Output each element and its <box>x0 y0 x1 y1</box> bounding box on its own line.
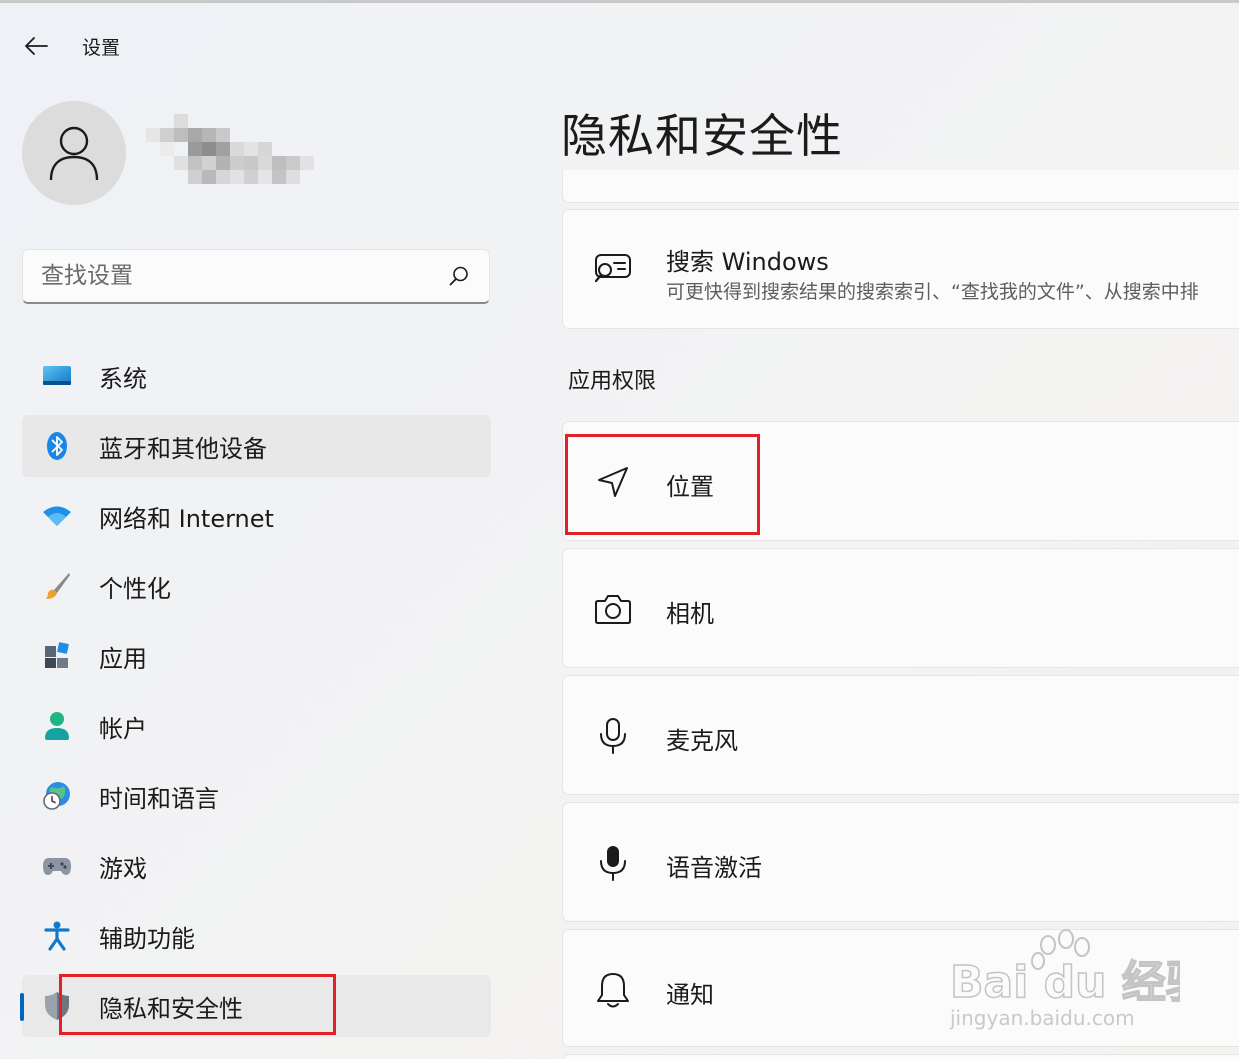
mosaic-pixel <box>286 156 300 170</box>
card-voice-activation[interactable]: 语音激活 <box>562 802 1239 922</box>
mosaic-pixel <box>188 156 202 170</box>
gamepad-icon <box>40 849 74 883</box>
mosaic-pixel <box>272 170 286 184</box>
location-icon <box>593 462 633 502</box>
mosaic-pixel <box>174 114 188 128</box>
card-subtitle: 可更快得到搜索结果的搜索索引、“查找我的文件”、从搜索中排 <box>666 281 1199 303</box>
mosaic-pixel <box>202 128 216 142</box>
voice-activation-icon <box>593 843 633 883</box>
mosaic-pixel <box>230 142 244 156</box>
card-title: 位置 <box>666 473 714 501</box>
sidebar-nav: 系统 蓝牙和其他设备 网络和 Internet 个性化 应用 帐户 时间和语言 … <box>20 345 491 1045</box>
sidebar-item-accounts[interactable]: 帐户 <box>22 695 491 757</box>
sidebar-item-bluetooth[interactable]: 蓝牙和其他设备 <box>22 415 491 477</box>
watermark-logo: Bai du 经验 jingyan.baidu.com <box>940 925 1211 1035</box>
search-windows-icon <box>593 250 633 290</box>
partial-card-bottom <box>562 1054 1239 1059</box>
mosaic-pixel <box>202 142 216 156</box>
back-button[interactable] <box>18 28 54 64</box>
mosaic-pixel <box>216 128 230 142</box>
section-header-app-permissions: 应用权限 <box>568 369 657 394</box>
mosaic-pixel <box>230 170 244 184</box>
sidebar-item-label: 系统 <box>99 364 147 393</box>
profile-name-blurred <box>146 114 314 186</box>
search-box[interactable] <box>22 249 490 304</box>
person-icon <box>49 126 99 181</box>
mosaic-pixel <box>188 142 202 156</box>
sidebar-item-label: 个性化 <box>99 574 171 603</box>
window-top-border <box>0 0 1239 3</box>
camera-icon <box>593 589 633 629</box>
mosaic-pixel <box>146 128 160 142</box>
sidebar-item-label: 帐户 <box>99 714 147 743</box>
app-title: 设置 <box>82 37 121 59</box>
shield-icon <box>40 989 74 1023</box>
mosaic-pixel <box>174 128 188 142</box>
mosaic-pixel <box>244 142 258 156</box>
account-icon <box>40 709 74 743</box>
sidebar-item-privacy-security[interactable]: 隐私和安全性 <box>20 975 491 1037</box>
card-title: 麦克风 <box>666 727 738 755</box>
bluetooth-icon <box>40 429 74 463</box>
mosaic-pixel <box>244 156 258 170</box>
card-title: 通知 <box>666 981 714 1009</box>
mosaic-pixel <box>258 142 272 156</box>
sidebar-item-gaming[interactable]: 游戏 <box>22 835 491 897</box>
sidebar-item-network[interactable]: 网络和 Internet <box>22 485 491 547</box>
card-microphone[interactable]: 麦克风 <box>562 675 1239 795</box>
mosaic-pixel <box>244 170 258 184</box>
card-title: 搜索 Windows <box>666 248 829 276</box>
mosaic-pixel <box>258 156 272 170</box>
mosaic-pixel <box>202 156 216 170</box>
apps-icon <box>40 639 74 673</box>
mosaic-pixel <box>300 156 314 170</box>
display-icon <box>40 359 74 393</box>
mosaic-pixel <box>174 156 188 170</box>
card-title: 相机 <box>666 600 714 628</box>
mosaic-pixel <box>160 142 174 156</box>
watermark-url: jingyan.baidu.com <box>949 1006 1135 1030</box>
selection-indicator <box>20 993 24 1021</box>
mosaic-pixel <box>188 170 202 184</box>
mosaic-pixel <box>216 142 230 156</box>
sidebar-item-apps[interactable]: 应用 <box>22 625 491 687</box>
mosaic-pixel <box>216 156 230 170</box>
bell-icon <box>593 970 633 1010</box>
sidebar-item-label: 蓝牙和其他设备 <box>99 434 267 463</box>
avatar[interactable] <box>22 101 126 205</box>
sidebar-item-personalization[interactable]: 个性化 <box>22 555 491 617</box>
sidebar-item-accessibility[interactable]: 辅助功能 <box>22 905 491 967</box>
mosaic-pixel <box>202 170 216 184</box>
back-arrow-icon <box>25 37 48 55</box>
mosaic-pixel <box>230 156 244 170</box>
sidebar-item-label: 应用 <box>99 644 147 673</box>
sidebar-item-label: 时间和语言 <box>99 784 219 813</box>
accessibility-icon <box>40 919 74 953</box>
mosaic-pixel <box>258 170 272 184</box>
sidebar-item-system[interactable]: 系统 <box>22 345 491 407</box>
sidebar-item-label: 网络和 Internet <box>99 504 274 533</box>
page-title: 隐私和安全性 <box>561 109 843 163</box>
search-input[interactable] <box>41 263 447 289</box>
sidebar-item-label: 隐私和安全性 <box>99 994 243 1023</box>
brush-icon <box>40 569 74 603</box>
watermark-brand: Bai du 经验 <box>950 957 1180 1008</box>
globe-clock-icon <box>40 779 74 813</box>
wifi-icon <box>40 499 74 533</box>
microphone-icon <box>593 716 633 756</box>
mosaic-pixel <box>216 170 230 184</box>
card-location[interactable]: 位置 <box>562 421 1239 541</box>
mosaic-pixel <box>188 128 202 142</box>
search-icon[interactable] <box>447 264 471 288</box>
mosaic-pixel <box>160 128 174 142</box>
mosaic-pixel <box>272 156 286 170</box>
card-search-windows[interactable]: 搜索 Windows 可更快得到搜索结果的搜索索引、“查找我的文件”、从搜索中排 <box>562 209 1239 329</box>
partial-card-top <box>562 170 1239 203</box>
sidebar-item-label: 游戏 <box>99 854 147 883</box>
sidebar-item-label: 辅助功能 <box>99 924 195 953</box>
card-title: 语音激活 <box>666 854 762 882</box>
mosaic-pixel <box>286 170 300 184</box>
card-camera[interactable]: 相机 <box>562 548 1239 668</box>
sidebar-item-time-language[interactable]: 时间和语言 <box>22 765 491 827</box>
